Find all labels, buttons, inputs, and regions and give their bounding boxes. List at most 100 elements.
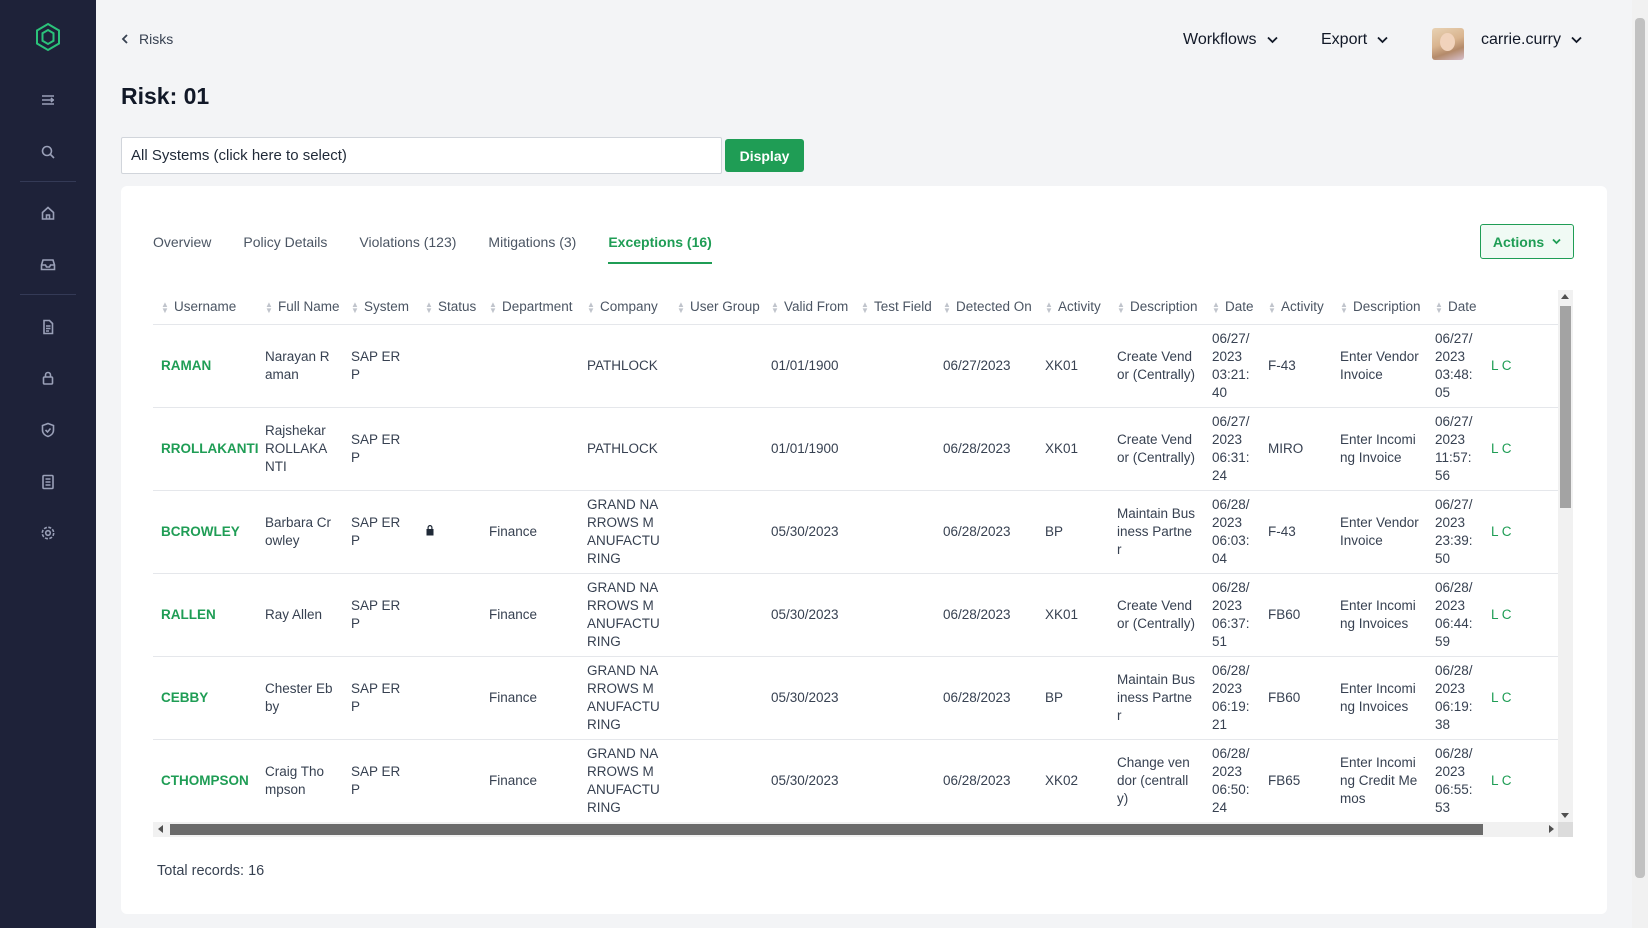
page-scrollbar[interactable] (1632, 0, 1648, 928)
column-header[interactable]: ▲ ▼ Activity (1260, 290, 1332, 325)
sort-icon: ▲ ▼ (351, 299, 359, 315)
table-horizontal-scrollbar[interactable] (153, 822, 1559, 837)
test-field-cell (853, 739, 935, 822)
date-cell: 06/28/2023 06:37:51 (1204, 573, 1260, 657)
tab-overview[interactable]: Overview (153, 234, 211, 264)
full-name-cell: Rajshekar ROLLAKANTI (257, 407, 343, 491)
date-cell: 06/28/2023 06:50:24 (1204, 739, 1260, 822)
app-logo-icon[interactable] (33, 22, 63, 52)
lock-icon[interactable] (38, 368, 58, 388)
table-row[interactable]: RROLLAKANTI Rajshekar ROLLAKANTI SAP ERP PA… (153, 407, 1559, 491)
tab-exceptions[interactable]: Exceptions (16) (608, 234, 712, 264)
column-header[interactable]: ▲ ▼ Valid From (763, 290, 853, 325)
search-icon[interactable] (38, 142, 58, 162)
gear-icon[interactable] (38, 523, 58, 543)
username-cell[interactable]: CEBBY (153, 656, 257, 740)
username-cell[interactable]: BCROWLEY (153, 490, 257, 574)
total-records: Total records: 16 (157, 863, 265, 879)
test-field-cell (853, 490, 935, 574)
page-scroll-thumb[interactable] (1635, 18, 1645, 878)
list-icon[interactable] (38, 472, 58, 492)
table-row[interactable]: BCROWLEY Barbara Crowley SAP ERP Finance GRA… (153, 490, 1559, 574)
scroll-left-arrow-icon[interactable] (158, 825, 163, 833)
export-menu[interactable]: Export (1321, 31, 1388, 49)
column-header[interactable]: ▲ ▼ Description (1109, 290, 1204, 325)
vertical-scroll-thumb[interactable] (1560, 306, 1571, 508)
user-group-cell (669, 490, 763, 574)
column-header[interactable]: ▲ ▼ Company (579, 290, 669, 325)
activity-cell: XK01 (1037, 573, 1109, 657)
table-row[interactable]: CEBBY Chester Ebby SAP ERP Finance GRAND NAR… (153, 656, 1559, 740)
column-header[interactable]: ▲ ▼ User Group (669, 290, 763, 325)
exceptions-table-container: ▲ ▼ Username ▲ ▼ Full Name ▲ ▼ System ▲ ▼ Status ▲ ▼ D… (153, 290, 1559, 822)
system-selector-input[interactable]: All Systems (click here to select) (121, 137, 722, 174)
overflow-link-cell[interactable]: L C (1483, 656, 1559, 740)
overflow-link-cell[interactable]: L C (1483, 407, 1559, 491)
user-menu[interactable]: carrie.curry (1481, 31, 1582, 49)
sort-icon: ▲ ▼ (425, 299, 433, 315)
username-cell[interactable]: RALLEN (153, 573, 257, 657)
username-cell[interactable]: CTHOMPSON (153, 739, 257, 822)
home-icon[interactable] (38, 203, 58, 223)
column-header[interactable]: ▲ ▼ Test Field (853, 290, 935, 325)
test-field-cell (853, 407, 935, 491)
date-cell: 06/28/2023 06:03:04 (1204, 490, 1260, 574)
column-header-label: Date (1225, 299, 1254, 315)
menu-icon[interactable] (38, 90, 58, 110)
table-row[interactable]: CTHOMPSON Craig Thompson SAP ERP Finance GRA… (153, 739, 1559, 822)
inbox-icon[interactable] (38, 254, 58, 274)
column-header[interactable]: ▲ ▼ Full Name (257, 290, 343, 325)
detected-on-cell: 06/27/2023 (935, 324, 1037, 408)
column-header[interactable]: ▲ ▼ Detected On (935, 290, 1037, 325)
status-cell (417, 324, 481, 408)
tab-policy-details[interactable]: Policy Details (243, 234, 327, 264)
username-cell[interactable]: RAMAN (153, 324, 257, 408)
date-cell: 06/27/2023 03:21:40 (1204, 324, 1260, 408)
overflow-link-cell[interactable]: L C (1483, 490, 1559, 574)
tab-violations[interactable]: Violations (123) (359, 234, 456, 264)
scroll-down-arrow-icon[interactable] (1561, 813, 1569, 818)
status-cell (417, 407, 481, 491)
scroll-right-arrow-icon[interactable] (1549, 825, 1554, 833)
table-vertical-scrollbar[interactable] (1558, 290, 1573, 822)
column-header[interactable]: ▲ ▼ Date (1427, 290, 1483, 325)
column-header[interactable]: ▲ ▼ Activity (1037, 290, 1109, 325)
overflow-link-cell[interactable]: L C (1483, 573, 1559, 657)
user-group-cell (669, 324, 763, 408)
detected-on-cell: 06/28/2023 (935, 573, 1037, 657)
scroll-up-arrow-icon[interactable] (1561, 294, 1569, 299)
column-header[interactable]: ▲ ▼ Description (1332, 290, 1427, 325)
column-header[interactable]: ▲ ▼ Date (1204, 290, 1260, 325)
column-header[interactable]: ▲ ▼ Username (153, 290, 257, 325)
document-icon[interactable] (38, 317, 58, 337)
overflow-link-cell[interactable]: L C (1483, 739, 1559, 822)
user-avatar[interactable] (1432, 28, 1464, 60)
department-cell: Finance (481, 573, 579, 657)
actions-button[interactable]: Actions (1480, 224, 1574, 259)
overflow-link-cell[interactable]: L C (1483, 324, 1559, 408)
column-header[interactable]: ▲ ▼ System (343, 290, 417, 325)
column-header[interactable]: ▲ ▼ Status (417, 290, 481, 325)
column-header[interactable]: ▲ ▼ Department (481, 290, 579, 325)
horizontal-scroll-thumb[interactable] (170, 824, 1483, 835)
workflows-menu[interactable]: Workflows (1183, 31, 1278, 49)
chevron-down-icon (1266, 36, 1278, 44)
table-row[interactable]: RAMAN Narayan Raman SAP ERP PATHLOCK 01/01/1… (153, 324, 1559, 408)
username-cell[interactable]: RROLLAKANTI (153, 407, 259, 491)
breadcrumb-back-link[interactable]: Risks (121, 31, 173, 47)
shield-icon[interactable] (38, 420, 58, 440)
chevron-down-icon (1552, 238, 1561, 245)
valid-from-cell: 05/30/2023 (763, 573, 853, 657)
table-header-row: ▲ ▼ Username ▲ ▼ Full Name ▲ ▼ System ▲ ▼ Status ▲ ▼ D… (153, 290, 1559, 325)
description-cell: Enter Vendor Invoice (1332, 490, 1427, 574)
sort-icon: ▲ ▼ (587, 299, 595, 315)
table-row[interactable]: RALLEN Ray Allen SAP ERP Finance GRAND NARRO… (153, 573, 1559, 657)
display-button[interactable]: Display (725, 139, 804, 172)
breadcrumb-label: Risks (139, 31, 174, 47)
system-cell: SAP ERP (343, 490, 417, 574)
exceptions-table: ▲ ▼ Username ▲ ▼ Full Name ▲ ▼ System ▲ ▼ Status ▲ ▼ D… (153, 290, 1559, 822)
description-cell: Maintain Business Partner (1109, 656, 1204, 740)
tab-mitigations[interactable]: Mitigations (3) (488, 234, 576, 264)
date-cell: 06/27/2023 23:39:50 (1427, 490, 1483, 574)
date-cell: 06/28/2023 06:44:59 (1427, 573, 1483, 657)
